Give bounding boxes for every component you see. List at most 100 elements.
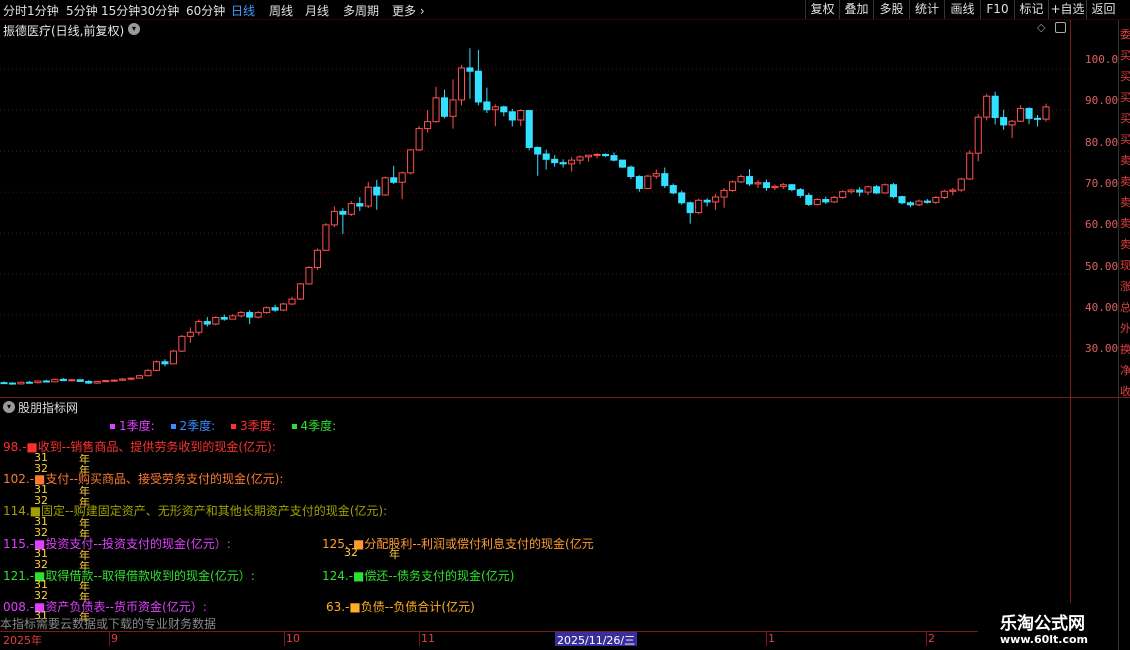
candle-down[interactable] [466, 67, 474, 72]
indicator-name[interactable]: 股朋指标网 [18, 399, 78, 416]
candle-down[interactable] [440, 97, 449, 117]
candle-down[interactable] [618, 159, 626, 168]
candle-up[interactable] [17, 381, 25, 385]
candle-up[interactable] [263, 307, 271, 314]
stats-button[interactable]: 统计 [909, 0, 944, 19]
candle-up[interactable] [237, 312, 245, 317]
candle-up[interactable] [330, 210, 338, 226]
candle-down[interactable] [991, 95, 999, 119]
candle-down[interactable] [25, 381, 33, 384]
candle-down[interactable] [788, 184, 796, 191]
candle-up[interactable] [68, 379, 76, 382]
time-axis[interactable]: 2025年 9 10 11 2025/11/26/三 1 2 [0, 631, 1118, 647]
candle-up[interactable] [110, 379, 118, 382]
candle-up[interactable] [195, 321, 203, 333]
candle-down[interactable] [59, 378, 67, 382]
candle-down[interactable] [762, 182, 770, 189]
candle-up[interactable] [864, 186, 872, 193]
candle-down[interactable] [542, 153, 550, 160]
candle-down[interactable] [551, 158, 559, 164]
period-tab-60min[interactable]: 60分钟 [186, 2, 225, 19]
candle-up[interactable] [737, 176, 745, 183]
candle-down[interactable] [601, 153, 610, 157]
candle-up[interactable] [584, 154, 593, 158]
candle-down[interactable] [610, 155, 618, 161]
candle-down[interactable] [796, 189, 804, 196]
add-favorite-button[interactable]: +自选 [1048, 0, 1086, 19]
candle-up[interactable] [932, 196, 940, 203]
candle-up[interactable] [432, 97, 440, 123]
candle-up[interactable] [381, 177, 389, 196]
candle-down[interactable] [220, 317, 228, 320]
candle-up[interactable] [51, 378, 59, 383]
candle-up[interactable] [347, 203, 355, 215]
candle-up[interactable] [576, 156, 584, 161]
candle-up[interactable] [593, 153, 601, 156]
candle-down[interactable] [356, 203, 364, 207]
candle-up[interactable] [847, 189, 855, 193]
candle-down[interactable] [1033, 117, 1042, 120]
candle-up[interactable] [449, 99, 457, 117]
candle-down[interactable] [0, 382, 8, 385]
period-tab-daily[interactable]: 日线 [231, 2, 255, 19]
candle-down[interactable] [873, 186, 881, 194]
candle-down[interactable] [203, 321, 211, 325]
candle-up[interactable] [1017, 108, 1025, 122]
period-tab-multi[interactable]: 多周期 [343, 2, 379, 19]
panel-divider[interactable] [0, 397, 1130, 398]
candle-down[interactable] [42, 380, 50, 383]
candle-up[interactable] [34, 380, 42, 384]
candle-up[interactable] [949, 189, 957, 192]
candle-up[interactable] [729, 181, 737, 191]
candle-up[interactable] [93, 380, 101, 384]
candle-down[interactable] [678, 192, 686, 204]
candle-down[interactable] [246, 312, 254, 318]
candle-up[interactable] [415, 128, 423, 151]
candle-up[interactable] [754, 182, 762, 185]
candle-down[interactable] [703, 199, 711, 203]
candle-up[interactable] [940, 190, 948, 198]
candle-up[interactable] [517, 110, 525, 121]
mark-button[interactable]: 标记 [1014, 0, 1048, 19]
candle-down[interactable] [661, 173, 669, 187]
candle-down[interactable] [822, 198, 830, 203]
candle-down[interactable] [525, 110, 533, 148]
candle-up[interactable] [771, 185, 779, 189]
candlestick-chart[interactable] [0, 20, 1070, 397]
candle-up[interactable] [305, 267, 313, 285]
candle-up[interactable] [957, 178, 965, 191]
indicator-menu-icon[interactable]: ▾ [3, 401, 15, 413]
candle-up[interactable] [364, 186, 372, 207]
candle-up[interactable] [568, 159, 576, 165]
candle-down[interactable] [898, 196, 906, 204]
period-tab-1min[interactable]: 1分钟 [27, 2, 59, 19]
candle-down[interactable] [474, 70, 482, 103]
f10-button[interactable]: F10 [980, 0, 1014, 19]
candle-up[interactable] [915, 200, 923, 206]
candle-down[interactable] [889, 184, 898, 198]
candle-up[interactable] [983, 95, 991, 118]
candle-up[interactable] [313, 249, 321, 269]
candle-up[interactable] [398, 172, 406, 183]
candle-down[interactable] [85, 380, 93, 384]
candle-up[interactable] [102, 380, 110, 383]
candle-up[interactable] [457, 67, 466, 101]
candle-down[interactable] [534, 146, 542, 155]
period-tab-15min[interactable]: 15分钟 [101, 2, 140, 19]
candle-down[interactable] [8, 382, 17, 385]
candle-down[interactable] [76, 379, 84, 382]
candle-down[interactable] [483, 101, 491, 111]
candle-up[interactable] [178, 335, 186, 352]
candle-up[interactable] [212, 317, 220, 325]
candle-up[interactable] [881, 184, 889, 194]
candle-down[interactable] [856, 189, 864, 193]
period-tab-30min[interactable]: 30分钟 [140, 2, 179, 19]
candle-up[interactable] [322, 224, 330, 251]
candle-up[interactable] [135, 375, 144, 379]
candle-up[interactable] [152, 361, 161, 371]
candle-up[interactable] [169, 350, 177, 365]
quote-side-strip[interactable]: 委买买买买买卖卖卖卖卖现涨总外换净收 [1118, 20, 1130, 650]
candle-down[interactable] [559, 162, 567, 165]
period-tab-monthly[interactable]: 月线 [305, 2, 329, 19]
candle-down[interactable] [745, 176, 754, 185]
